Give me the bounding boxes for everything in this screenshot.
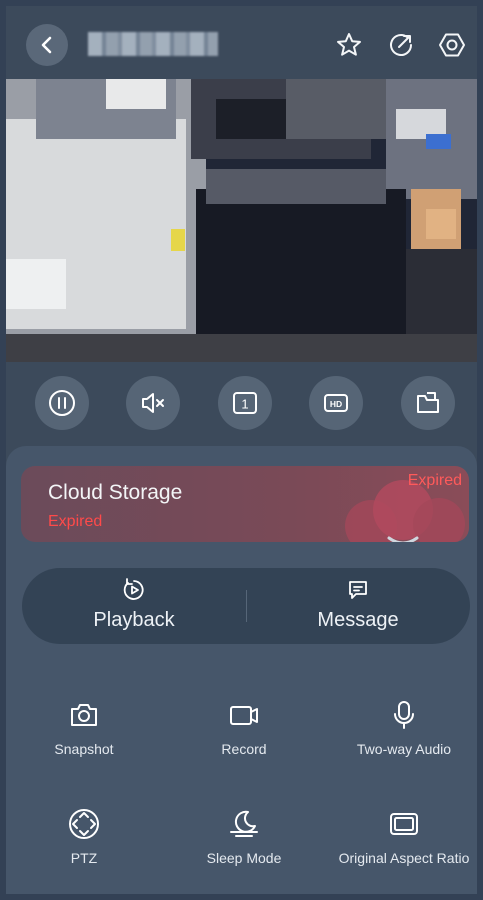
message-icon: [349, 581, 367, 599]
record-button[interactable]: Record: [169, 699, 319, 769]
video-camera-icon: [230, 706, 258, 725]
quality-button[interactable]: HD: [309, 376, 363, 430]
split-screen-text: 1: [241, 397, 248, 412]
chevron-left-icon: [41, 36, 52, 54]
playback-controls: 1 HD: [6, 376, 477, 436]
sleep-mode-label: Sleep Mode: [206, 850, 282, 866]
two-way-audio-label: Two-way Audio: [356, 741, 452, 757]
back-button[interactable]: [26, 24, 68, 66]
settings-hexagon-icon[interactable]: [438, 31, 466, 59]
two-way-audio-button[interactable]: Two-way Audio: [329, 699, 477, 769]
aspect-ratio-button[interactable]: Original Aspect Ratio: [329, 808, 477, 878]
live-video-feed[interactable]: [6, 79, 477, 362]
message-label: Message: [317, 609, 399, 631]
playback-icon: [123, 578, 144, 600]
aspect-ratio-icon: [390, 813, 418, 835]
message-button[interactable]: Message: [246, 568, 470, 644]
star-icon[interactable]: [335, 31, 363, 59]
snapshot-label: Snapshot: [54, 741, 114, 757]
cloud-storage-banner[interactable]: Cloud Storage Expired Expired: [21, 466, 469, 542]
sleep-icon: [230, 810, 258, 837]
expired-tag: Expired: [407, 472, 462, 489]
cloud-storage-title: Cloud Storage: [48, 481, 183, 504]
sleep-mode-button[interactable]: Sleep Mode: [169, 808, 319, 878]
mute-button[interactable]: [126, 376, 180, 430]
quality-text: HD: [330, 399, 342, 409]
hd-icon: HD: [324, 394, 348, 412]
record-label: Record: [221, 741, 267, 757]
folder-icon: [417, 392, 439, 413]
ptz-icon: [69, 809, 99, 839]
playback-label: Playback: [93, 609, 175, 631]
cloud-storage-status: Expired: [48, 513, 103, 530]
snapshot-button[interactable]: Snapshot: [9, 699, 159, 769]
aspect-ratio-label: Original Aspect Ratio: [338, 850, 470, 866]
camera-screen: 1 HD Cloud Storage Expired Expired Playb…: [6, 6, 477, 894]
ptz-button[interactable]: PTZ: [9, 808, 159, 878]
folder-button[interactable]: [401, 376, 455, 430]
playback-message-bar: Playback Message: [22, 568, 470, 644]
pause-icon: [49, 390, 75, 416]
split-screen-button[interactable]: 1: [218, 376, 272, 430]
playback-button[interactable]: Playback: [22, 568, 246, 644]
header: [6, 6, 477, 82]
share-icon[interactable]: [387, 31, 415, 59]
ptz-label: PTZ: [70, 850, 98, 866]
one-screen-icon: 1: [233, 392, 257, 414]
pause-button[interactable]: [35, 376, 89, 430]
microphone-icon: [394, 701, 414, 729]
camera-icon: [71, 704, 97, 726]
speaker-muted-icon: [142, 393, 164, 413]
device-name-blurred: [88, 32, 218, 56]
features-panel: Cloud Storage Expired Expired Playback M…: [6, 446, 477, 894]
